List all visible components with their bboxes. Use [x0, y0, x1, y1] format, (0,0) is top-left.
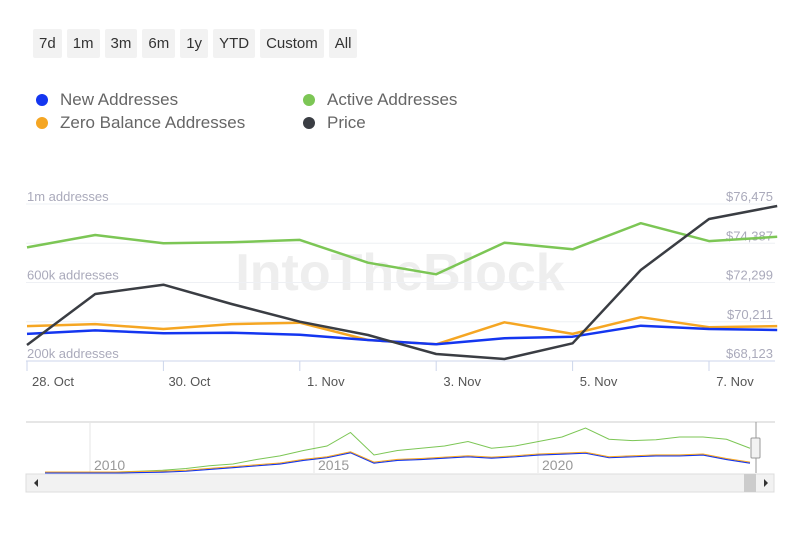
- left-axis-label: 600k addresses: [27, 268, 119, 283]
- scrollbar-track[interactable]: [25, 473, 775, 493]
- navigator-active-line: [45, 427, 751, 474]
- right-axis-label: $70,211: [727, 307, 773, 322]
- right-axis-label: $72,299: [726, 268, 773, 283]
- navigator-year-label: 2010: [94, 457, 125, 473]
- watermark: IntoTheBlock: [235, 244, 564, 302]
- navigator-year-label: 2015: [318, 457, 349, 473]
- left-axis-label: 200k addresses: [27, 346, 119, 361]
- x-axis-label: 1. Nov: [307, 374, 345, 389]
- x-axis-label: 28. Oct: [32, 374, 74, 389]
- right-axis-label: $74,387: [726, 228, 773, 243]
- right-axis-label: $68,123: [726, 346, 773, 361]
- x-axis-label: 30. Oct: [168, 374, 210, 389]
- navigator-year-label: 2020: [542, 457, 573, 473]
- navigator-zero-line: [45, 451, 751, 473]
- navigator-handle[interactable]: [750, 437, 761, 459]
- chart: IntoTheBlock 1m addresses 600k addresses 2…: [25, 189, 778, 493]
- x-axis-label: 7. Nov: [716, 374, 754, 389]
- x-axis-label: 5. Nov: [580, 374, 618, 389]
- scrollbar-thumb[interactable]: [744, 474, 756, 492]
- x-axis-label: 3. Nov: [443, 374, 481, 389]
- left-axis-label: 1m addresses: [27, 189, 109, 204]
- right-axis-label: $76,475: [726, 189, 773, 204]
